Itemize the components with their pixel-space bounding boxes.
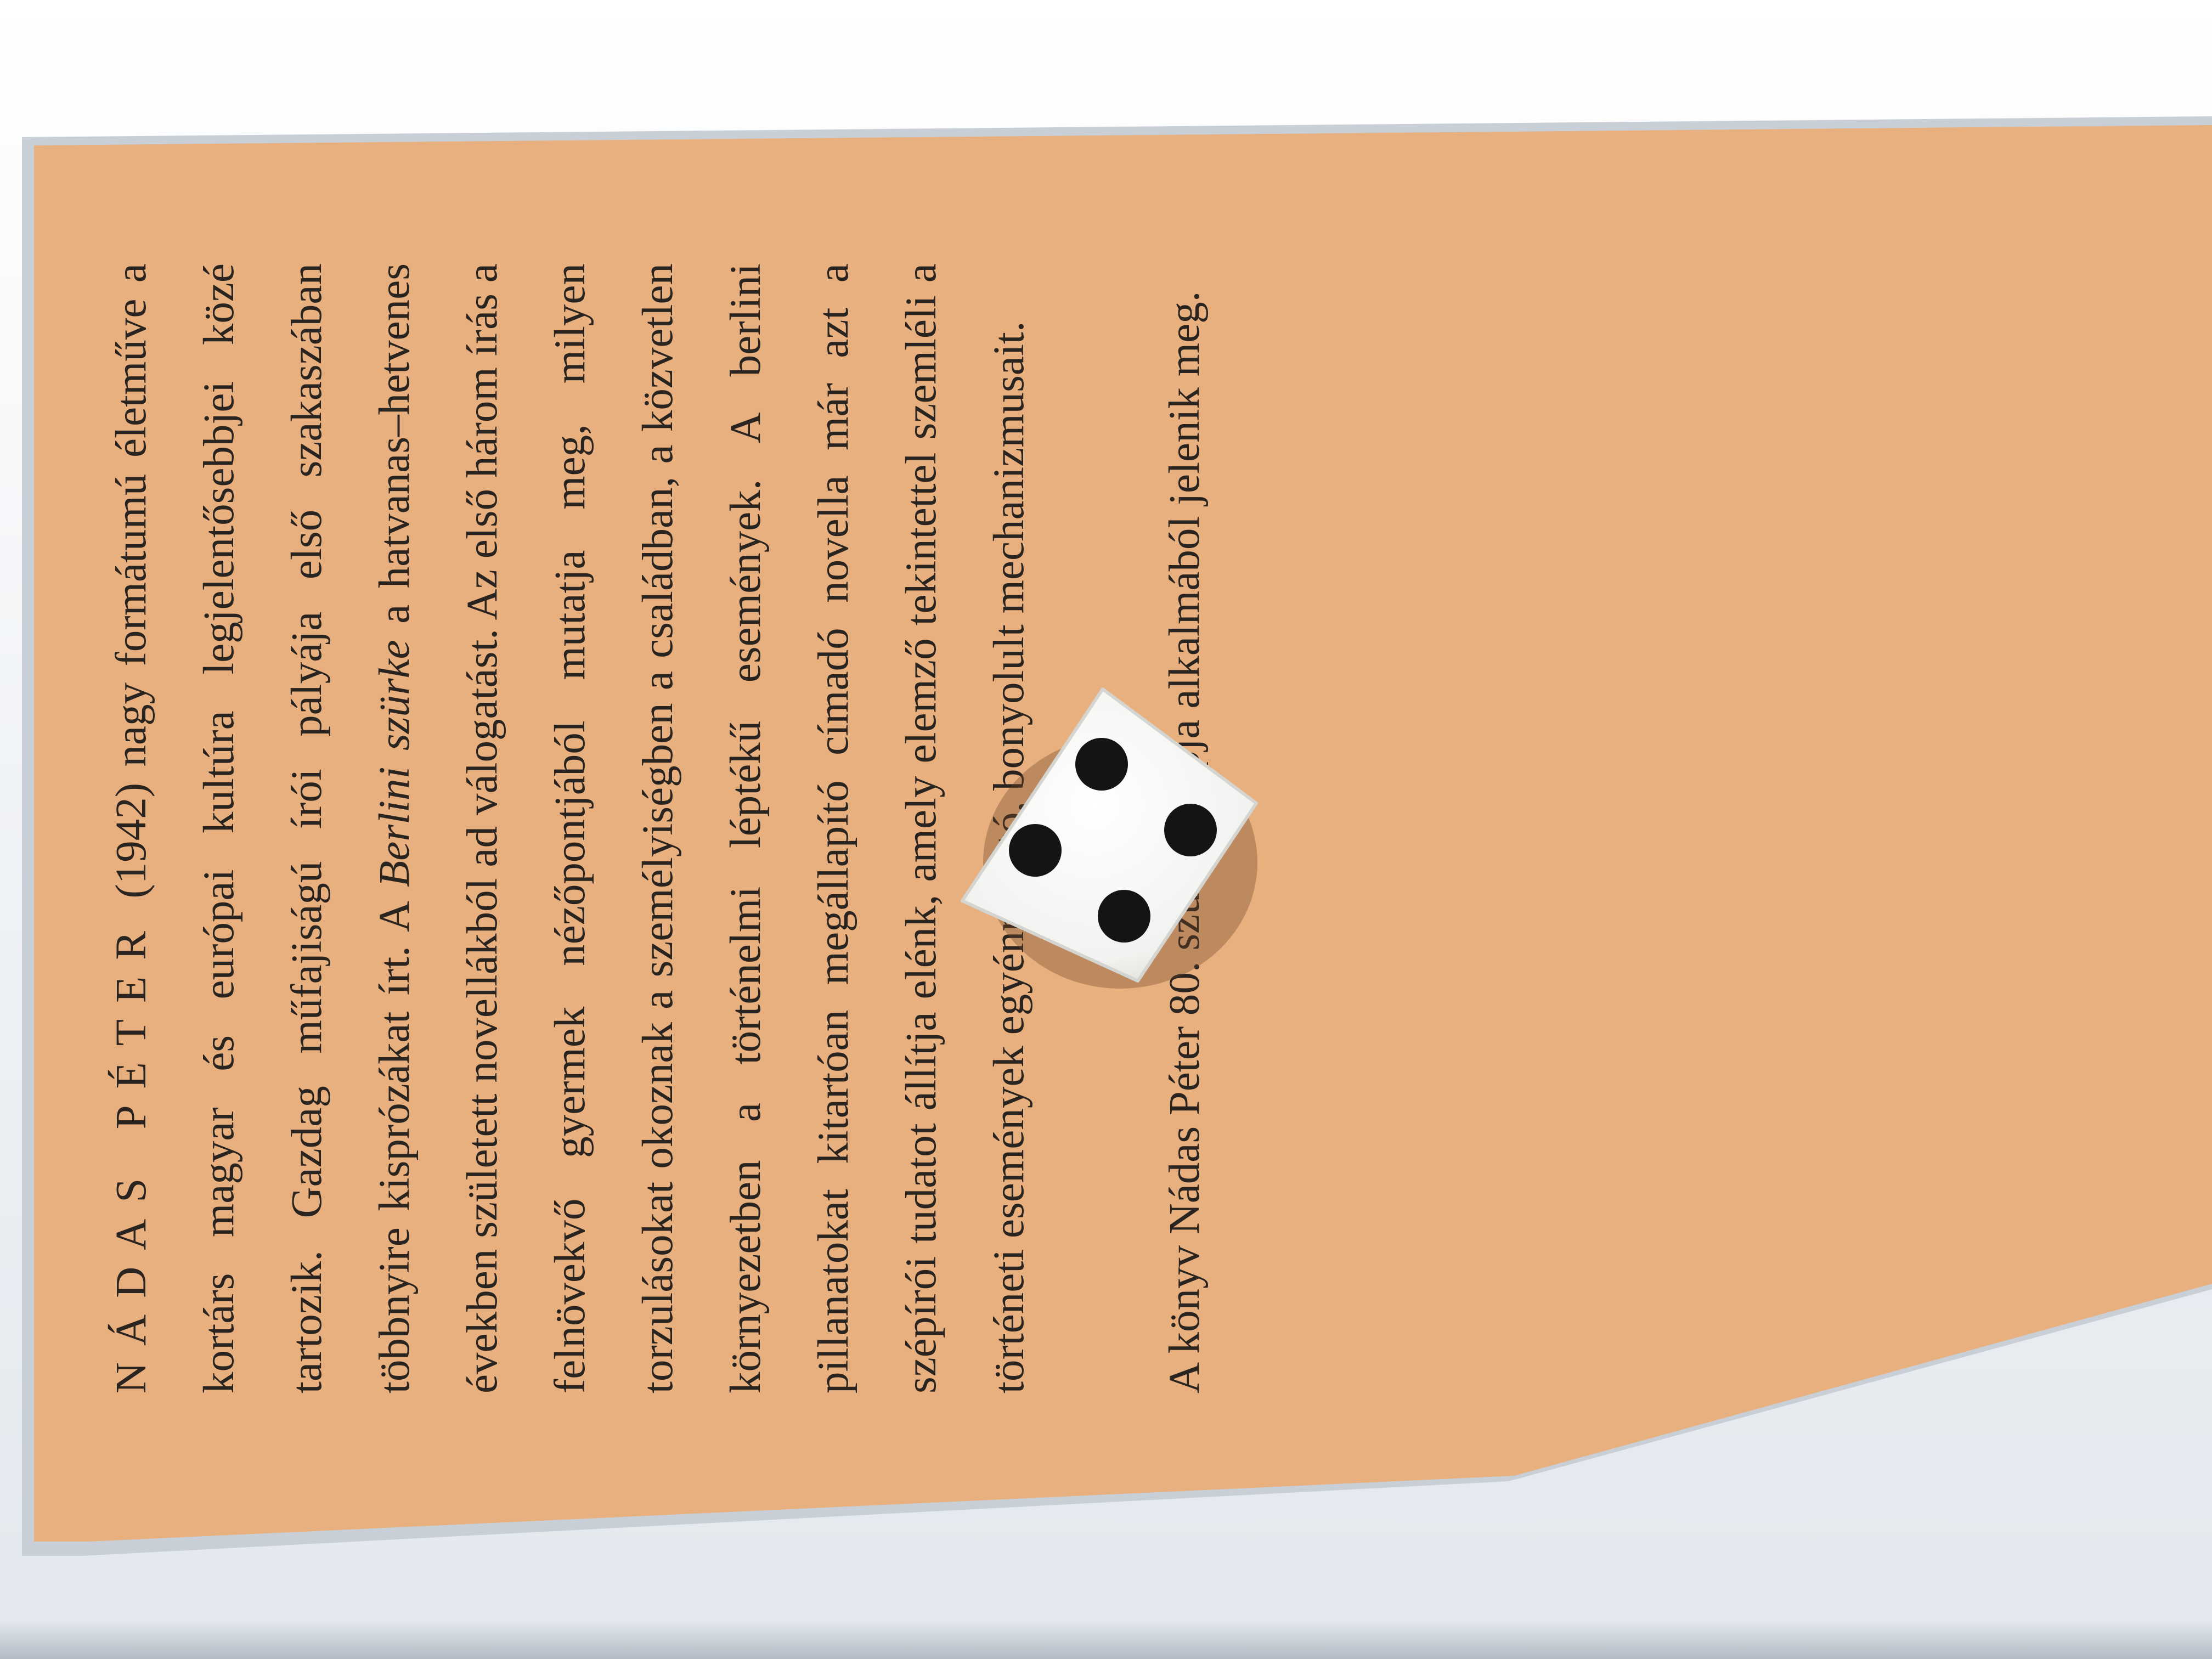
blurb-paragraph-1: NÁDAS PÉTER (1942) nagy formátumú életmű… [88,263,1053,1393]
author-name: NÁDAS PÉTER [108,915,155,1393]
die-pip [1075,738,1128,791]
die-pip [1098,890,1150,943]
die-pip [1009,824,1062,877]
die [956,681,1263,989]
book-title: Berlini szürke [371,640,419,887]
die-pip [1164,804,1217,856]
blurb-text-part-2: a hatvanas–hetvenes években született no… [371,263,1033,1393]
